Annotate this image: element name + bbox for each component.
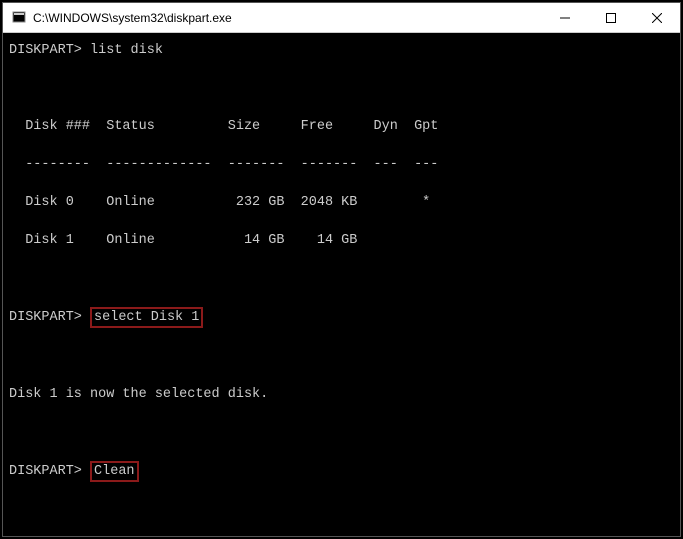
diskpart-window: C:\WINDOWS\system32\diskpart.exe DISKPAR… bbox=[2, 2, 681, 537]
maximize-button[interactable] bbox=[588, 3, 634, 32]
close-button[interactable] bbox=[634, 3, 680, 32]
table-row: Disk 1 Online 14 GB 14 GB bbox=[9, 231, 674, 250]
disk-table-divider: -------- ------------- ------- ------- -… bbox=[9, 155, 674, 174]
terminal-output[interactable]: DISKPART> list disk Disk ### Status Size… bbox=[3, 33, 680, 536]
table-row: Disk 0 Online 232 GB 2048 KB * bbox=[9, 193, 674, 212]
minimize-button[interactable] bbox=[542, 3, 588, 32]
cmd-select-disk: select Disk 1 bbox=[90, 307, 203, 328]
cmd-clean: Clean bbox=[90, 461, 139, 482]
window-title: C:\WINDOWS\system32\diskpart.exe bbox=[33, 11, 542, 25]
app-icon bbox=[11, 10, 27, 26]
prompt: DISKPART> bbox=[9, 43, 82, 58]
window-controls bbox=[542, 3, 680, 32]
titlebar[interactable]: C:\WINDOWS\system32\diskpart.exe bbox=[3, 3, 680, 33]
cmd-list-disk: list disk bbox=[90, 43, 163, 58]
prompt: DISKPART> bbox=[9, 310, 82, 325]
disk-table-header: Disk ### Status Size Free Dyn Gpt bbox=[9, 117, 674, 136]
prompt: DISKPART> bbox=[9, 464, 82, 479]
output-selected-disk: Disk 1 is now the selected disk. bbox=[9, 385, 674, 404]
